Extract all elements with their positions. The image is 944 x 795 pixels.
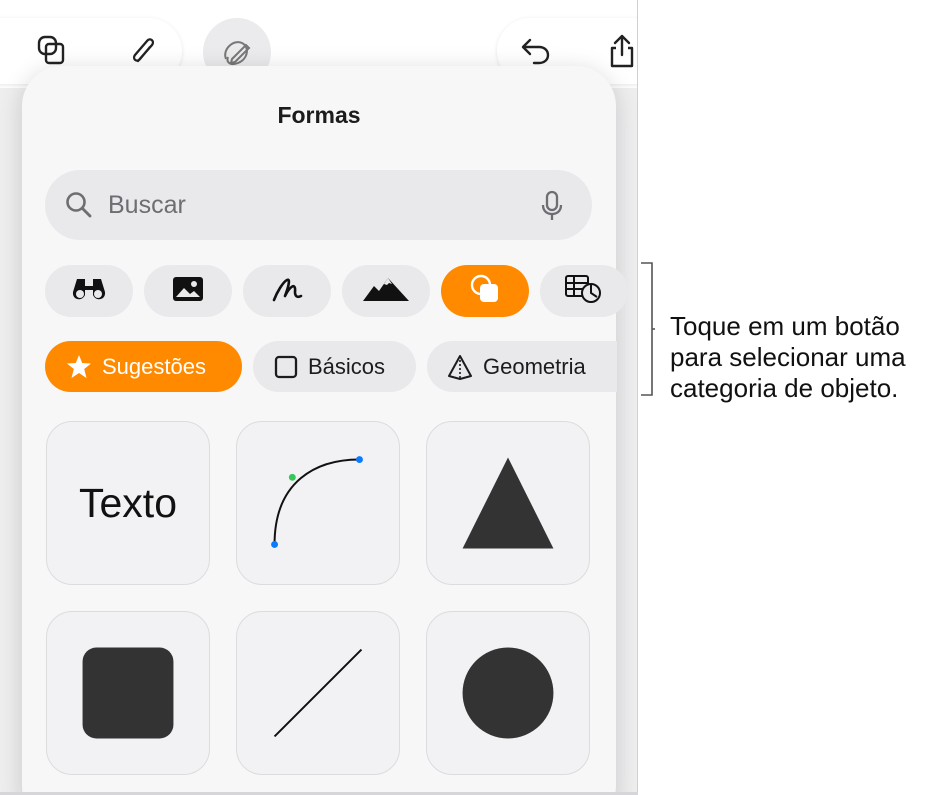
line-shape (273, 648, 363, 738)
triangle-shape (462, 457, 554, 549)
tab-sugestoes[interactable]: Sugestões (45, 341, 242, 392)
share-icon[interactable] (600, 29, 638, 73)
binoculars-icon (71, 276, 107, 307)
shape-tile-text[interactable]: Texto (46, 421, 210, 585)
shape-tile-line[interactable] (236, 611, 400, 775)
pyramid-icon (447, 354, 473, 380)
scribble-icon (271, 274, 303, 309)
callout-text: Toque em um botão para selecionar uma ca… (670, 311, 906, 404)
category-button-photo[interactable] (144, 265, 232, 317)
search-placeholder: Buscar (108, 191, 186, 219)
curve-shape (271, 456, 363, 548)
category-button-binoculars[interactable] (45, 265, 133, 317)
shape-tile-rounded-square[interactable] (46, 611, 210, 775)
shape-tile-circle[interactable] (426, 611, 590, 775)
rounded-square-shape (82, 647, 174, 739)
search-field[interactable]: Buscar (45, 170, 592, 240)
shapes-icon (469, 273, 501, 310)
table-chart-icon (564, 274, 604, 309)
device-screen: Formas Buscar Sugestões Básicos Geometri… (0, 0, 638, 795)
callout-bracket (641, 262, 655, 396)
category-button-scribble[interactable] (243, 265, 331, 317)
shape-tile-triangle[interactable] (426, 421, 590, 585)
curve-end-point (356, 456, 363, 463)
star-icon (66, 354, 92, 379)
tab-label-geometria: Geometria (483, 353, 586, 379)
curve-control-point (288, 473, 296, 481)
shape-tile-curve[interactable] (236, 421, 400, 585)
curve-start-point (271, 541, 278, 548)
popover-title: Formas (277, 102, 361, 128)
callout-line-2: para selecionar uma (670, 342, 906, 372)
tab-label-basicos: Básicos (308, 353, 386, 379)
screen-edge (637, 0, 638, 795)
mountains-icon (362, 276, 410, 307)
square-outline-icon (274, 355, 298, 379)
tab-geometria[interactable]: Geometria (427, 341, 617, 392)
microphone-icon[interactable] (540, 190, 564, 227)
callout-line-1: Toque em um botão (670, 311, 900, 341)
tab-basicos[interactable]: Básicos (253, 341, 416, 392)
tab-label-sugestoes: Sugestões (102, 353, 206, 379)
category-button-shapes[interactable] (441, 265, 529, 317)
category-button-table-chart[interactable] (540, 265, 628, 317)
circle-shape (462, 647, 554, 739)
search-icon (65, 191, 93, 224)
photo-icon (172, 276, 204, 307)
category-button-mountains[interactable] (342, 265, 430, 317)
callout-line-3: categoria de objeto. (670, 373, 899, 403)
text-shape-label: Texto (79, 479, 177, 526)
